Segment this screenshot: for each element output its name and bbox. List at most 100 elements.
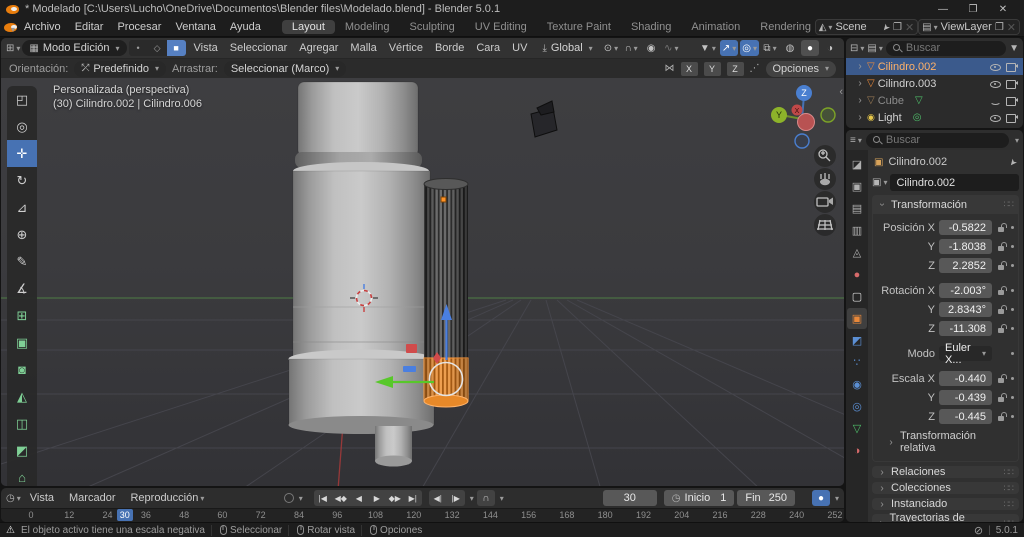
axis-y-neg-ball[interactable]: [820, 107, 836, 123]
object-name-input[interactable]: Cilindro.002: [890, 174, 1019, 191]
lock-icon[interactable]: [996, 285, 1007, 296]
scale-z-field[interactable]: -0.445: [939, 409, 992, 424]
overlays-toggle[interactable]: ◎: [740, 40, 759, 56]
expand-icon[interactable]: ›: [856, 95, 864, 106]
panel-grip-icon[interactable]: ∷∷: [1004, 499, 1015, 510]
animate-dot[interactable]: [1011, 377, 1014, 380]
tool-extrude-button[interactable]: ▣: [7, 329, 37, 356]
hide-eye-icon[interactable]: [990, 61, 1001, 72]
preview-range-dropdown[interactable]: [498, 492, 504, 504]
mirror-y-button[interactable]: Y: [703, 61, 721, 76]
playhead[interactable]: 30: [116, 509, 133, 521]
tool-measure-button[interactable]: ∡: [7, 275, 37, 302]
prev-frame-button[interactable]: ◀|: [429, 490, 447, 506]
next-keyframe-button[interactable]: ◆▶: [386, 490, 404, 506]
animate-dot[interactable]: [1011, 264, 1014, 267]
tab-material[interactable]: ◑: [847, 440, 867, 461]
play-reverse-button[interactable]: ◀: [350, 490, 368, 506]
close-button[interactable]: ✕: [988, 0, 1018, 18]
tab-tool[interactable]: ◪: [847, 154, 867, 175]
outliner-item-cilindro-002[interactable]: › ▽ Cilindro.002: [846, 58, 1023, 75]
tab-render[interactable]: ▣: [847, 176, 867, 197]
next-frame-button[interactable]: |▶: [447, 490, 465, 506]
tool-bevel-button[interactable]: ◭: [7, 383, 37, 410]
lock-icon[interactable]: [996, 411, 1007, 422]
vertex-select-button[interactable]: •: [129, 40, 148, 56]
shading-material-button[interactable]: ◑: [821, 40, 839, 56]
editor-type-icon[interactable]: ⊞: [6, 43, 20, 54]
tab-layout[interactable]: Layout: [281, 20, 335, 34]
outliner-search-input[interactable]: Buscar: [885, 40, 1007, 56]
3d-viewport[interactable]: Z Y X Personalizada (perspectiva) (30) C…: [1, 78, 844, 486]
menu-vertice[interactable]: Vértice: [383, 39, 429, 58]
shading-solid-button[interactable]: ●: [801, 40, 819, 56]
tab-texture-paint[interactable]: Texture Paint: [537, 20, 621, 34]
animate-dot[interactable]: [1011, 352, 1014, 355]
navigation-gizmo[interactable]: Z Y X: [771, 85, 836, 149]
menu-procesar[interactable]: Procesar: [110, 18, 168, 36]
tab-modifiers[interactable]: ◩: [847, 330, 867, 351]
hide-eye-icon[interactable]: [990, 95, 1001, 106]
animate-dot[interactable]: [1011, 245, 1014, 248]
transform-panel-header[interactable]: › Transformación ∷∷: [872, 195, 1019, 214]
lock-icon[interactable]: [996, 323, 1007, 334]
tool-rotate-button[interactable]: ↻: [7, 167, 37, 194]
outliner-item-cube[interactable]: › ▽ Cube ▽: [846, 92, 1023, 109]
tab-animation[interactable]: Animation: [681, 20, 750, 34]
relative-transform-subpanel[interactable]: › Transformación relativa: [873, 427, 1014, 455]
tool-annotate-button[interactable]: ✎: [7, 248, 37, 275]
tool-transform-button[interactable]: ⊕: [7, 221, 37, 248]
preview-range-button[interactable]: ∩: [476, 490, 495, 506]
new-scene-icon[interactable]: ❐: [893, 22, 902, 33]
mirror-z-button[interactable]: Z: [726, 61, 744, 76]
drag-mode-dropdown[interactable]: Seleccionar (Marco): [223, 60, 347, 77]
maximize-button[interactable]: ❐: [958, 0, 988, 18]
viewlayer-selector[interactable]: ▤ ViewLayer ❐ ✕: [918, 19, 1020, 35]
rotation-y-field[interactable]: 2.8343°: [939, 302, 992, 317]
tab-view-layer[interactable]: ▥: [847, 220, 867, 241]
transform-orientation-dropdown[interactable]: ⤱ Predefinido: [74, 60, 166, 77]
menu-editar[interactable]: Editar: [68, 18, 111, 36]
position-y-field[interactable]: -1.8038: [939, 239, 992, 254]
expand-icon[interactable]: ›: [856, 61, 864, 72]
orientation-dropdown[interactable]: ⤓ Global: [535, 40, 599, 56]
animate-dot[interactable]: [1011, 226, 1014, 229]
tab-scene[interactable]: ◬: [847, 242, 867, 263]
menu-agregar[interactable]: Agregar: [293, 39, 344, 58]
tab-collection[interactable]: ▢: [847, 286, 867, 307]
proportional-edit-icon[interactable]: ◉: [642, 40, 660, 56]
tool-select-box-button[interactable]: ◰: [7, 86, 37, 113]
disable-render-icon[interactable]: [1006, 78, 1019, 89]
zoom-button[interactable]: [814, 145, 836, 167]
menu-ventana[interactable]: Ventana: [168, 18, 222, 36]
tool-poly-build-button[interactable]: ⌂: [7, 464, 37, 486]
menu-archivo[interactable]: Archivo: [17, 18, 68, 36]
pivot-point-button[interactable]: ⊙: [602, 40, 620, 56]
proportional-falloff-icon[interactable]: ∿: [662, 40, 680, 56]
panel-colecciones[interactable]: › Colecciones ∷∷: [872, 482, 1019, 494]
scale-y-field[interactable]: -0.439: [939, 390, 992, 405]
animate-dot[interactable]: [1011, 289, 1014, 292]
panel-grip-icon[interactable]: ∷∷: [1004, 483, 1015, 494]
options-dropdown[interactable]: Opciones: [765, 60, 836, 77]
mirror-x-button[interactable]: X: [680, 61, 698, 76]
tab-sculpting[interactable]: Sculpting: [400, 20, 465, 34]
menu-borde[interactable]: Borde: [429, 39, 470, 58]
properties-options-dropdown[interactable]: [1013, 134, 1019, 146]
expand-icon[interactable]: ›: [856, 78, 864, 89]
model-main-cylinder[interactable]: [288, 81, 435, 467]
menu-uv[interactable]: UV: [506, 39, 533, 58]
tool-scale-button[interactable]: ⊿: [7, 194, 37, 221]
outliner-item-light[interactable]: › ◉ Light ◎: [846, 109, 1023, 126]
current-frame-field[interactable]: 30: [602, 490, 657, 506]
keying-set-dropdown[interactable]: [297, 492, 303, 504]
tool-knife-button[interactable]: ◩: [7, 437, 37, 464]
lock-icon[interactable]: [996, 392, 1007, 403]
tab-constraints[interactable]: ◎: [847, 396, 867, 417]
lock-icon[interactable]: [996, 260, 1007, 271]
tool-cursor-button[interactable]: ◎: [7, 113, 37, 140]
auto-keying-button[interactable]: ●: [811, 490, 830, 506]
axis-z-neg-ball[interactable]: [794, 133, 810, 149]
jump-to-end-button[interactable]: ▶|: [404, 490, 422, 506]
tool-move-button[interactable]: ✛: [7, 140, 37, 167]
